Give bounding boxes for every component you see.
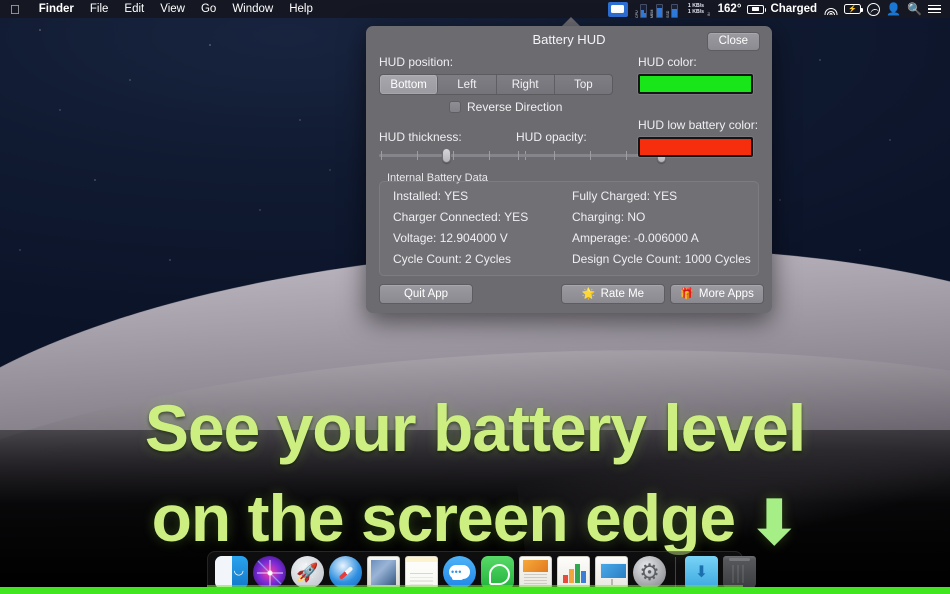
segment-top[interactable]: Top — [555, 75, 612, 94]
hud-low-battery-color-well[interactable] — [638, 137, 753, 157]
rate-me-button[interactable]: 🌟 Rate Me — [561, 284, 665, 304]
apple-logo-icon[interactable]:  — [0, 0, 31, 18]
ssd-meter-suffix — [679, 4, 683, 18]
hud-color-well[interactable] — [638, 74, 753, 94]
menu-item-edit[interactable]: Edit — [116, 0, 152, 18]
opacity-tick — [590, 151, 591, 160]
hud-position-label: HUD position: — [379, 55, 454, 69]
wifi-icon[interactable] — [821, 0, 841, 18]
battery-data-design-cycle-count: Design Cycle Count: 1000 Cycles — [572, 252, 751, 266]
promo-headline-line2: on the screen edge ⬇ — [0, 482, 950, 557]
cpu-meter[interactable]: CPU — [634, 0, 650, 18]
hud-position-segmented-control[interactable]: Bottom Left Right Top — [379, 74, 613, 95]
battery-hud-popover: Battery HUD Close HUD position: Bottom L… — [366, 26, 772, 313]
more-apps-button[interactable]: 🎁 More Apps — [670, 284, 764, 304]
menu-bar-left:  Finder File Edit View Go Window Help — [0, 0, 321, 18]
memory-meter-label: MEM — [650, 9, 655, 18]
ssd-meter[interactable]: SSD — [665, 0, 685, 18]
segment-left[interactable]: Left — [438, 75, 497, 94]
thickness-slider-track — [379, 154, 529, 157]
cpu-meter-bar — [640, 4, 648, 18]
promo-headline-line1: See your battery level — [144, 391, 806, 465]
cpu-meter-label: CPU — [634, 10, 639, 18]
battery-data-cycle-count: Cycle Count: 2 Cycles — [393, 252, 512, 266]
reverse-direction-checkbox[interactable] — [449, 101, 461, 113]
thickness-tick — [417, 151, 418, 160]
hud-opacity-label: HUD opacity: — [516, 130, 587, 144]
memory-meter[interactable]: MEM — [649, 0, 665, 18]
hud-thickness-slider[interactable] — [379, 147, 529, 163]
hud-thickness-label: HUD thickness: — [379, 130, 462, 144]
notification-center-icon[interactable] — [925, 0, 944, 18]
menu-item-window[interactable]: Window — [224, 0, 281, 18]
battery-data-amperage: Amperage: -0.006000 A — [572, 231, 699, 245]
menu-bar-status-area: CPU MEM SSD 1 KB/s 1 KB/s IN 162° Charge… — [605, 0, 950, 18]
opacity-tick — [518, 151, 519, 160]
hud-color-label: HUD color: — [638, 55, 697, 69]
more-apps-label: More Apps — [698, 288, 754, 300]
battery-data-installed: Installed: YES — [393, 189, 469, 203]
menu-item-view[interactable]: View — [152, 0, 193, 18]
battery-data-charger-connected: Charger Connected: YES — [393, 210, 529, 224]
battery-status-label: Charged — [770, 3, 818, 15]
down-arrow-icon: ⬇ — [749, 489, 799, 556]
spotlight-search-icon[interactable]: 🔍 — [904, 0, 925, 18]
battery-data-charging: Charging: NO — [572, 210, 646, 224]
network-download-rate: 1 KB/s — [687, 9, 705, 15]
reverse-direction-label: Reverse Direction — [467, 100, 563, 114]
segment-right[interactable]: Right — [497, 75, 555, 94]
network-speed-indicator[interactable]: 1 KB/s 1 KB/s IN — [685, 0, 715, 18]
menu-item-go[interactable]: Go — [193, 0, 224, 18]
ssd-meter-bar — [671, 4, 679, 18]
menu-item-file[interactable]: File — [82, 0, 117, 18]
battery-hud-menu-icon[interactable] — [605, 0, 634, 18]
user-icon[interactable]: 👤 — [883, 0, 904, 18]
opacity-tick — [626, 151, 627, 160]
reverse-direction-row[interactable]: Reverse Direction — [449, 100, 562, 114]
gift-icon: 🎁 — [680, 287, 694, 300]
battery-charging-icon[interactable]: ⚡ — [841, 0, 864, 18]
dock-separator — [675, 556, 676, 589]
battery-data-fully-charged: Fully Charged: YES — [572, 189, 678, 203]
menu-item-finder[interactable]: Finder — [31, 0, 82, 18]
memory-meter-bar — [655, 4, 663, 18]
battery-level-icon[interactable] — [744, 0, 767, 18]
segment-bottom[interactable]: Bottom — [380, 75, 439, 94]
thickness-slider-knob[interactable] — [442, 148, 452, 163]
thickness-tick — [381, 151, 382, 160]
network-direction-label: IN — [707, 12, 712, 16]
ssd-meter-label: SSD — [665, 10, 670, 18]
battery-data-voltage: Voltage: 12.904000 V — [393, 231, 508, 245]
menu-bar:  Finder File Edit View Go Window Help C… — [0, 0, 950, 18]
quit-app-button[interactable]: Quit App — [379, 284, 473, 304]
quit-app-label: Quit App — [403, 288, 449, 300]
siri-icon[interactable] — [864, 0, 883, 18]
temperature-indicator[interactable]: 162° — [715, 0, 745, 18]
thickness-tick — [453, 151, 454, 160]
opacity-tick — [554, 151, 555, 160]
thickness-tick — [489, 151, 490, 160]
menu-item-help[interactable]: Help — [281, 0, 321, 18]
close-button[interactable]: Close — [706, 32, 760, 51]
hud-low-battery-color-label: HUD low battery color: — [638, 118, 759, 132]
star-icon: 🌟 — [581, 287, 596, 300]
rate-me-label: Rate Me — [600, 288, 645, 300]
battery-hud-bar — [0, 587, 950, 594]
promo-headline-line2-text: on the screen edge — [151, 481, 737, 555]
